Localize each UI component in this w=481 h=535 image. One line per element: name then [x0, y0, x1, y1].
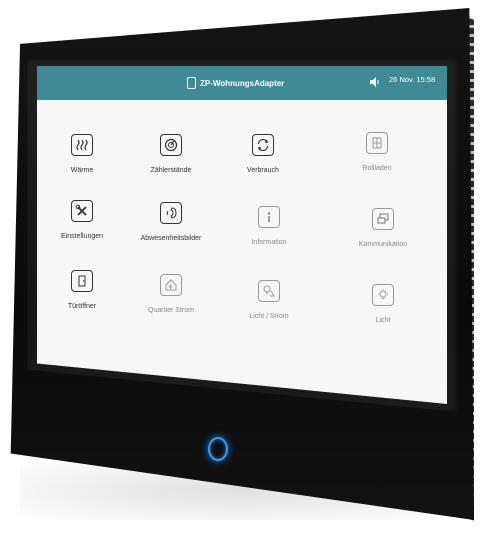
refresh-icon	[252, 134, 274, 156]
tile-waerme[interactable]: Wärme	[42, 134, 122, 192]
tile-label: Abwesenheitsbilder	[140, 235, 202, 242]
meter-icon	[160, 134, 182, 156]
tile-label: Quartier Strom	[148, 307, 194, 314]
tools-icon	[71, 200, 93, 222]
header-datetime: 26 Nov. 15:58	[389, 75, 436, 84]
header-bar: ZP-WohnungsAdapter 26 Nov. 15:58	[37, 66, 447, 100]
tile-licht-strom[interactable]: Licht / Strom	[229, 280, 309, 338]
chat-icon	[372, 208, 394, 230]
heating-icon	[71, 134, 93, 156]
tile-tueroeffner[interactable]: Türöffner	[42, 270, 122, 328]
tile-quartier-strom[interactable]: Quartier Strom	[131, 274, 211, 332]
tile-verbrauch[interactable]: Verbrauch	[223, 134, 303, 192]
door-icon	[71, 270, 93, 292]
tile-label: Einstellungen	[60, 233, 104, 240]
home-button[interactable]	[208, 437, 228, 461]
header-title-group: ZP-WohnungsAdapter	[187, 75, 284, 91]
window-shutter-icon	[366, 132, 388, 154]
bulb-plug-icon	[258, 280, 280, 302]
tile-label: Verbrauch	[247, 167, 279, 174]
touch-screen: ZP-WohnungsAdapter 26 Nov. 15:58 Wärme Z…	[37, 66, 447, 404]
tile-label: Information	[251, 239, 287, 246]
tile-label: Zählerstände	[150, 167, 192, 174]
bulb-icon	[372, 284, 394, 306]
tile-information[interactable]: Information	[229, 206, 309, 264]
tile-abwesenheitsbilder[interactable]: Abwesenheitsbilder	[131, 202, 211, 260]
house-power-icon	[160, 274, 182, 296]
face-call-icon	[160, 202, 182, 224]
tile-label: Licht / Strom	[249, 313, 289, 320]
tile-label: Kommunikation	[358, 241, 408, 248]
info-icon	[258, 206, 280, 228]
speaker-icon[interactable]	[369, 76, 381, 88]
tile-einstellungen[interactable]: Einstellungen	[42, 200, 122, 258]
tile-rollladen[interactable]: Rollladen	[337, 132, 417, 190]
header-title: ZP-WohnungsAdapter	[200, 78, 285, 88]
tile-label: Licht	[375, 317, 391, 324]
tablet-icon	[187, 77, 196, 89]
product-photo: ZP-WohnungsAdapter 26 Nov. 15:58 Wärme Z…	[0, 0, 481, 535]
tile-zaehlerstaende[interactable]: Zählerstände	[131, 134, 211, 192]
tile-kommunikation[interactable]: Kommunikation	[343, 208, 423, 266]
tile-label: Wärme	[70, 167, 94, 174]
tile-label: Rollladen	[362, 165, 392, 172]
tile-licht[interactable]: Licht	[343, 284, 423, 342]
tile-label: Türöffner	[67, 303, 97, 310]
